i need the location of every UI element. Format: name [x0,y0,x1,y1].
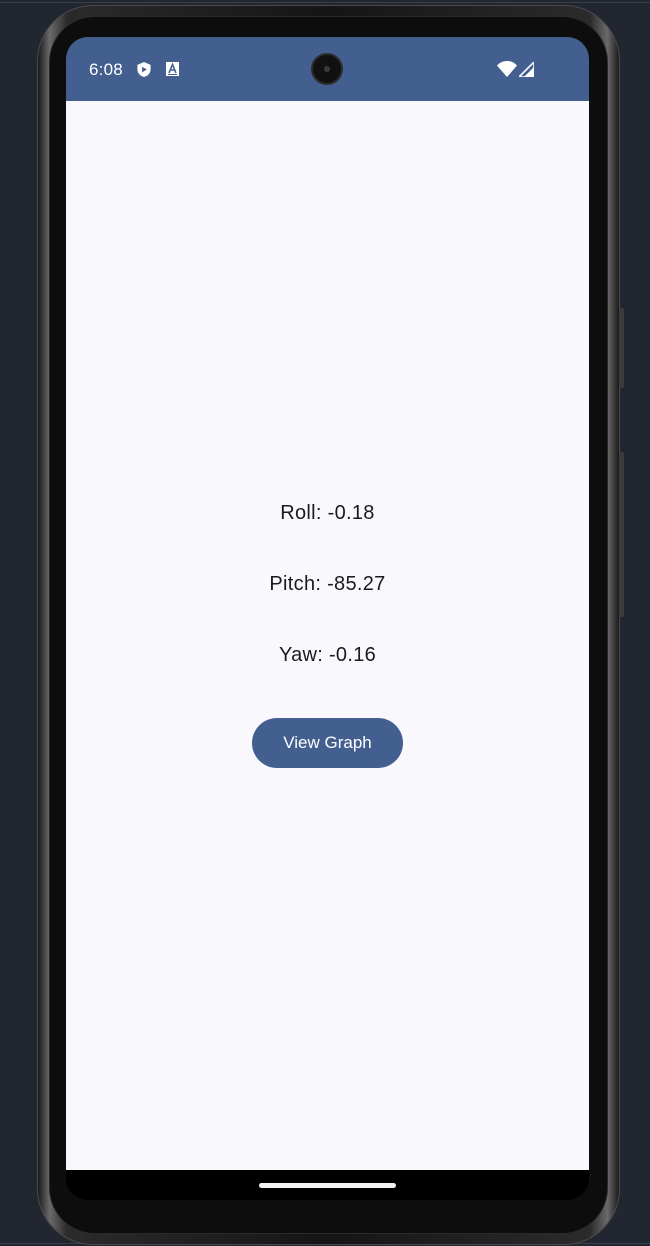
roll-reading: Roll: -0.18 [280,502,375,524]
window-top-border [0,2,650,3]
navigation-bar [66,1170,589,1200]
yaw-reading: Yaw: -0.16 [278,644,377,666]
a-box-icon [166,62,179,76]
volume-rocker [619,452,624,617]
front-camera [311,53,343,85]
wifi-icon [497,61,517,77]
app-content: Roll: -0.18 Pitch: -85.27 Yaw: -0.16 Vie… [66,101,589,1170]
status-time: 6:08 [89,60,123,79]
shield-icon [137,62,151,77]
pitch-reading: Pitch: -85.27 [269,573,386,595]
device-screen: 6:08 Roll: -0.18 Pitch: -85.27 Yaw: -0.1… [66,37,589,1200]
view-graph-button[interactable]: View Graph [252,718,403,768]
signal-icon [519,62,534,77]
home-gesture-handle[interactable] [259,1183,396,1188]
power-button [619,308,624,388]
